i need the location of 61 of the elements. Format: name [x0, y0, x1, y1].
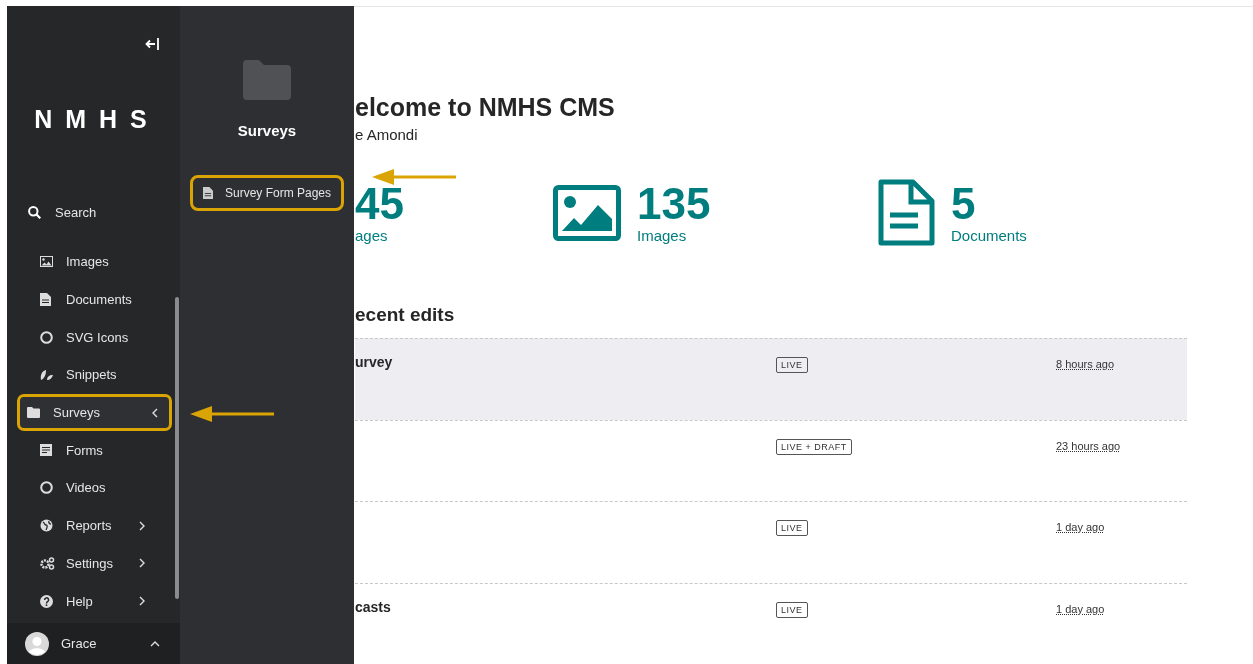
folder-icon [27, 407, 40, 419]
updated-time: 8 hours ago [1056, 358, 1115, 370]
nav-item[interactable]: Documents [17, 280, 172, 319]
nav-item[interactable]: Help [17, 582, 172, 620]
table-row[interactable]: urvey LIVE 8 hours ago [355, 338, 1187, 420]
nav-item[interactable]: Surveys [17, 393, 172, 432]
search-icon [28, 206, 41, 219]
leaf-icon [40, 368, 54, 381]
table-row[interactable]: LIVE 1 day ago [355, 501, 1187, 583]
updated-time: 23 hours ago [1056, 439, 1121, 452]
stat-count: 45 [355, 181, 404, 227]
document-icon [40, 293, 51, 307]
page-title-cell[interactable]: urvey [355, 354, 393, 370]
search-button[interactable]: Search [28, 205, 97, 220]
page-title: elcome to NMHS CMS [355, 93, 616, 122]
status-tag: LIVE [776, 520, 808, 536]
nav-item[interactable]: Snippets [17, 356, 172, 394]
status-tag: LIVE [776, 357, 808, 373]
help-icon [40, 594, 53, 608]
nav-item[interactable]: Settings [17, 544, 172, 583]
image-icon [553, 184, 621, 241]
nav-item[interactable]: Forms [17, 431, 172, 470]
chevron-right-icon [139, 596, 145, 607]
image-icon [40, 256, 53, 268]
nav-item[interactable]: SVG Icons [17, 318, 172, 357]
status-tag: LIVE + DRAFT [776, 438, 852, 455]
status-tag: LIVE [776, 601, 808, 618]
user-name: e Amondi [355, 126, 419, 143]
submenu-item[interactable]: Survey Form Pages [189, 175, 344, 211]
nav-item[interactable]: Images [17, 243, 172, 281]
updated-time: 1 day ago [1056, 521, 1105, 533]
submenu-title: Surveys [237, 122, 297, 139]
document-icon [202, 187, 213, 199]
stat-link[interactable]: Documents [951, 227, 1027, 244]
stat-count: 135 [637, 181, 711, 227]
circle-icon [40, 330, 53, 344]
chevron-left-icon [152, 407, 158, 418]
document-icon [878, 179, 935, 246]
nav-item[interactable]: Reports [17, 506, 172, 545]
form-icon [40, 444, 52, 457]
table-row[interactable]: LIVE + DRAFT 23 hours ago [355, 419, 1187, 501]
stat-count: 5 [951, 181, 977, 227]
gears-icon [40, 556, 55, 570]
page-title-cell[interactable]: casts [355, 598, 391, 615]
user-menu[interactable]: Grace [7, 623, 180, 664]
logo: N M H S [33, 105, 151, 134]
chevron-right-icon [139, 520, 145, 531]
table-row[interactable]: casts LIVE 1 day ago [355, 582, 1187, 664]
globe-icon [40, 519, 53, 533]
circle-icon [40, 481, 53, 495]
folder-icon [243, 60, 291, 100]
chevron-right-icon [139, 558, 145, 569]
chevron-up-icon [150, 640, 160, 647]
stat-link[interactable]: Images [637, 227, 711, 244]
nav-item[interactable]: Videos [17, 469, 172, 507]
scrollbar[interactable] [175, 297, 179, 599]
avatar-icon [25, 631, 49, 656]
collapse-icon[interactable] [145, 38, 159, 50]
section-heading: ecent edits [355, 304, 456, 326]
stat-link[interactable]: ages [355, 227, 404, 244]
updated-time: 1 day ago [1056, 602, 1105, 615]
